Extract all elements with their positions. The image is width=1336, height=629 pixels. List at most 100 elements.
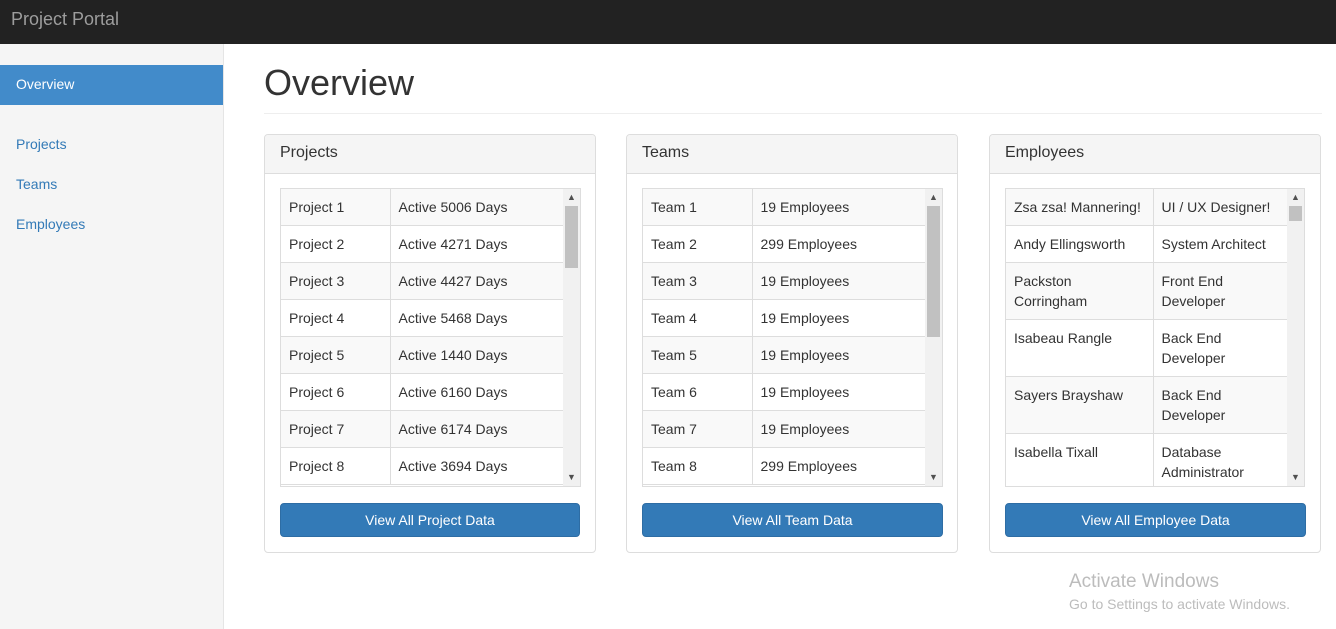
table-cell-name: Project 2	[281, 225, 391, 263]
table-row[interactable]: Team 8 299 Employees	[643, 447, 927, 485]
projects-scrollbar[interactable]: ▲ ▼	[563, 189, 580, 486]
scroll-down-arrow-icon[interactable]: ▼	[925, 469, 942, 486]
table-cell-value: 19 Employees	[752, 262, 927, 300]
table-cell-name: Project 7	[281, 410, 391, 448]
table-cell-name: Project 8	[281, 447, 391, 485]
table-row[interactable]: Isabella Tixall Database Administrator	[1006, 433, 1290, 486]
table-cell-value: 19 Employees	[752, 336, 927, 374]
table-cell-name: Packston Corringham	[1006, 262, 1154, 320]
teams-table-container[interactable]: Team 1 19 Employees Team 2 299 Employees Tea…	[642, 188, 943, 487]
table-cell-name: Project 6	[281, 373, 391, 411]
table-cell-value: Active 3694 Days	[390, 447, 565, 485]
table-row[interactable]: Project 6 Active 6160 Days	[281, 373, 565, 411]
sidebar-item-projects[interactable]: Projects	[0, 125, 223, 165]
employees-panel: Employees Zsa zsa! Mannering! UI / UX Des…	[989, 134, 1321, 553]
table-row[interactable]: Team 4 19 Employees	[643, 299, 927, 337]
table-cell-value: Database Administrator	[1153, 433, 1290, 486]
sidebar-item-teams[interactable]: Teams	[0, 165, 223, 205]
table-row[interactable]: Project 4 Active 5468 Days	[281, 299, 565, 337]
activate-windows-watermark: Activate Windows Go to Settings to activ…	[1069, 571, 1290, 614]
projects-table: Project 1 Active 5006 Days Project 2 Active…	[281, 189, 565, 485]
teams-scroll-thumb[interactable]	[927, 206, 940, 337]
table-row[interactable]: Project 2 Active 4271 Days	[281, 225, 565, 263]
brand-link[interactable]: Project Portal	[11, 9, 119, 30]
table-cell-name: Project 1	[281, 189, 391, 226]
table-cell-value: 299 Employees	[752, 447, 927, 485]
table-row[interactable]: Project 5 Active 1440 Days	[281, 336, 565, 374]
table-cell-value: Active 5468 Days	[390, 299, 565, 337]
table-row[interactable]: Isabeau Rangle Back End Developer	[1006, 319, 1290, 377]
table-cell-name: Team 4	[643, 299, 753, 337]
table-cell-value: 19 Employees	[752, 410, 927, 448]
table-cell-name: Project 5	[281, 336, 391, 374]
employees-table-container[interactable]: Zsa zsa! Mannering! UI / UX Designer! Andy…	[1005, 188, 1305, 487]
table-cell-name: Team 7	[643, 410, 753, 448]
table-row[interactable]: Project 7 Active 6174 Days	[281, 410, 565, 448]
table-row[interactable]: Zsa zsa! Mannering! UI / UX Designer!	[1006, 189, 1290, 226]
table-row[interactable]: Sayers Brayshaw Back End Developer	[1006, 376, 1290, 434]
scroll-up-arrow-icon[interactable]: ▲	[563, 189, 580, 206]
table-cell-value: Active 6160 Days	[390, 373, 565, 411]
table-row[interactable]: Team 7 19 Employees	[643, 410, 927, 448]
scroll-up-arrow-icon[interactable]: ▲	[1287, 189, 1304, 206]
table-cell-value: Active 4271 Days	[390, 225, 565, 263]
table-cell-value: Active 4427 Days	[390, 262, 565, 300]
sidebar-item-employees[interactable]: Employees	[0, 205, 223, 245]
sidebar-item-overview[interactable]: Overview	[0, 65, 223, 105]
view-all-team-data-button[interactable]: View All Team Data	[642, 503, 943, 537]
sidebar: Overview Projects Teams Employees	[0, 44, 224, 629]
table-cell-name: Team 2	[643, 225, 753, 263]
table-cell-value: System Architect	[1153, 225, 1290, 263]
table-cell-value: 299 Employees	[752, 225, 927, 263]
table-row[interactable]: Team 5 19 Employees	[643, 336, 927, 374]
table-cell-name: Team 3	[643, 262, 753, 300]
table-cell-value: Back End Developer	[1153, 376, 1290, 434]
watermark-subtitle: Go to Settings to activate Windows.	[1069, 596, 1290, 612]
title-divider	[264, 113, 1322, 114]
table-row[interactable]: Team 1 19 Employees	[643, 189, 927, 226]
employees-scrollbar[interactable]: ▲ ▼	[1287, 189, 1304, 486]
table-row[interactable]: Project 8 Active 3694 Days	[281, 447, 565, 485]
table-row[interactable]: Project 1 Active 5006 Days	[281, 189, 565, 226]
top-navbar: Project Portal	[0, 0, 1336, 44]
table-cell-value: Active 1440 Days	[390, 336, 565, 374]
table-cell-value: 19 Employees	[752, 189, 927, 226]
table-cell-name: Project 3	[281, 262, 391, 300]
projects-panel: Projects Project 1 Active 5006 Days Projec…	[264, 134, 596, 553]
table-row[interactable]: Project 3 Active 4427 Days	[281, 262, 565, 300]
scroll-down-arrow-icon[interactable]: ▼	[1287, 469, 1304, 486]
table-row[interactable]: Packston Corringham Front End Developer	[1006, 262, 1290, 320]
view-all-employee-data-button[interactable]: View All Employee Data	[1005, 503, 1306, 537]
projects-panel-heading: Projects	[265, 135, 595, 174]
table-cell-name: Andy Ellingsworth	[1006, 225, 1154, 263]
table-cell-name: Team 6	[643, 373, 753, 411]
scroll-down-arrow-icon[interactable]: ▼	[563, 469, 580, 486]
teams-table: Team 1 19 Employees Team 2 299 Employees Tea…	[643, 189, 927, 485]
table-cell-name: Isabeau Rangle	[1006, 319, 1154, 377]
employees-table: Zsa zsa! Mannering! UI / UX Designer! Andy…	[1006, 189, 1290, 486]
table-row[interactable]: Team 3 19 Employees	[643, 262, 927, 300]
view-all-project-data-button[interactable]: View All Project Data	[280, 503, 580, 537]
table-cell-value: 19 Employees	[752, 373, 927, 411]
table-cell-value: Front End Developer	[1153, 262, 1290, 320]
table-cell-name: Project 4	[281, 299, 391, 337]
table-cell-value: Back End Developer	[1153, 319, 1290, 377]
table-cell-value: UI / UX Designer!	[1153, 189, 1290, 226]
teams-panel-heading: Teams	[627, 135, 957, 174]
teams-scrollbar[interactable]: ▲ ▼	[925, 189, 942, 486]
table-cell-name: Isabella Tixall	[1006, 433, 1154, 486]
employees-scroll-thumb[interactable]	[1289, 206, 1302, 221]
projects-table-container[interactable]: Project 1 Active 5006 Days Project 2 Active…	[280, 188, 581, 487]
table-row[interactable]: Team 6 19 Employees	[643, 373, 927, 411]
table-row[interactable]: Andy Ellingsworth System Architect	[1006, 225, 1290, 263]
table-cell-value: 19 Employees	[752, 299, 927, 337]
table-cell-name: Team 5	[643, 336, 753, 374]
employees-panel-heading: Employees	[990, 135, 1320, 174]
table-cell-name: Team 8	[643, 447, 753, 485]
scroll-up-arrow-icon[interactable]: ▲	[925, 189, 942, 206]
projects-scroll-thumb[interactable]	[565, 206, 578, 268]
table-cell-name: Team 1	[643, 189, 753, 226]
table-cell-value: Active 6174 Days	[390, 410, 565, 448]
table-row[interactable]: Team 2 299 Employees	[643, 225, 927, 263]
table-cell-name: Sayers Brayshaw	[1006, 376, 1154, 434]
